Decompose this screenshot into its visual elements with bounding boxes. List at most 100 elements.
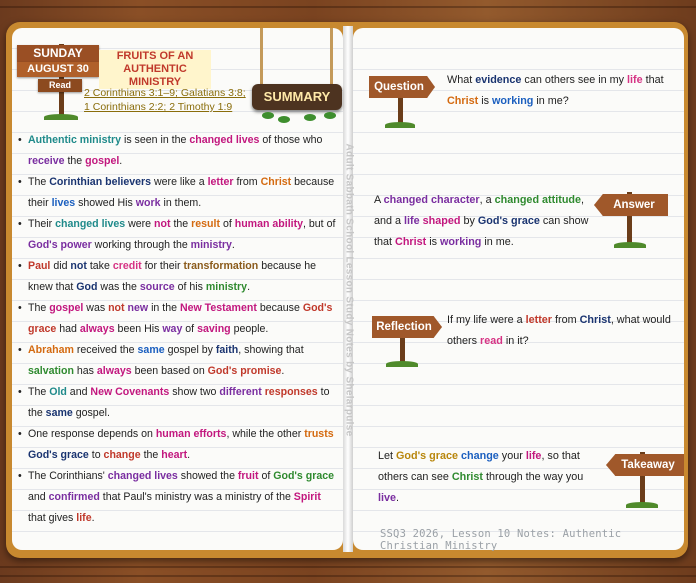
read-sign: Read [38,79,82,92]
text-run: were [125,218,155,230]
highlighted-word: human efforts [155,428,227,440]
summary-bullet: Paul did not take credit for their trans… [18,256,336,298]
highlighted-word: Old [49,386,67,398]
highlighted-word: Christ [260,176,292,188]
highlighted-word: same [137,344,165,356]
highlighted-word: source [139,281,175,293]
text-run: showed His [75,197,136,209]
text-run: A [374,194,384,206]
lesson-title: FRUITS OF AN AUTHENTIC MINISTRY [99,50,211,89]
text-run: in them. [160,197,202,209]
text-run: The Corinthians' [28,470,108,482]
leaf-icon [278,116,290,123]
text-run: of [258,470,274,482]
highlighted-word: New Testament [179,302,257,314]
highlighted-word: gospel [85,155,120,167]
highlighted-word: Christ [395,236,427,248]
highlighted-word: not [70,260,87,272]
grass-icon [614,242,646,248]
highlighted-word: changed character [383,194,480,206]
highlighted-word: working [440,236,482,248]
summary-bullet: Their changed lives were not the result … [18,214,336,256]
answer-label: Answer [594,194,668,216]
highlighted-word: ministry [205,281,248,293]
highlighted-word: evidence [475,74,522,86]
reference-link-2[interactable]: 1 Corinthians 2:2; 2 Timothy 1:9 [84,100,259,114]
text-run: from [552,314,580,326]
highlighted-word: God's power [28,239,92,251]
summary-bullet: Authentic ministry is seen in the change… [18,130,336,172]
text-run: Their [28,218,56,230]
text-run: of his [174,281,206,293]
summary-bullet: The Corinthians' changed lives showed th… [18,466,336,529]
text-run: gospel by [164,344,216,356]
highlighted-word: letter [207,176,234,188]
text-run: people. [230,323,269,335]
leaf-icon [324,112,336,119]
text-run: the [64,155,86,167]
answer-text: A changed character, a changed attitude,… [374,190,592,253]
text-run: been His [114,323,163,335]
text-run: One response depends on [28,428,156,440]
highlighted-word: result [191,218,220,230]
text-run: working through the [91,239,191,251]
text-run: show two [169,386,220,398]
text-run: showed the [177,470,238,482]
highlighted-word: heart [161,449,188,461]
text-run: . [119,155,123,167]
text-run: by [460,215,478,227]
highlighted-word: God's grace [28,449,89,461]
text-run: had [56,323,80,335]
highlighted-word: change [103,449,141,461]
text-run: . [187,449,191,461]
highlighted-word: New Covenants [90,386,170,398]
text-run: and [66,386,91,398]
wood-grain [0,6,696,8]
highlighted-word: work [135,197,161,209]
highlighted-word: life [627,74,643,86]
highlighted-word: trusts [304,428,334,440]
summary-sign: SUMMARY [252,28,348,128]
highlighted-word: changed lives [189,134,260,146]
highlighted-word: responses [264,386,318,398]
scripture-references[interactable]: 2 Corinthians 3:1–9; Galatians 3:8; 1 Co… [84,86,259,114]
text-run: received the [73,344,138,356]
highlighted-word: changed lives [107,470,178,482]
highlighted-word: God's grace [273,470,335,482]
highlighted-word: always [96,365,132,377]
text-run: is seen in the [121,134,190,146]
wood-grain [0,575,696,577]
text-run: , while the other [226,428,305,440]
footer-caption: SSQ3 2026, Lesson 10 Notes: Authentic Ch… [380,528,622,552]
leaf-icon [262,112,274,119]
text-run: The [28,302,50,314]
highlighted-word: salvation [28,365,74,377]
highlighted-word: life [525,450,542,462]
rope [260,28,263,88]
highlighted-word: Christ [451,471,484,483]
text-run: gospel. [72,407,110,419]
highlighted-word: Corinthian believers [49,176,152,188]
text-run: was the [97,281,140,293]
leaf-icon [304,114,316,121]
text-run: . [231,239,235,251]
text-run: The [28,386,50,398]
summary-bullet-list: Authentic ministry is seen in the change… [18,130,336,529]
title-line-1: FRUITS OF AN AUTHENTIC [116,50,194,75]
highlighted-word: working [492,95,534,107]
question-label: Question [369,76,435,98]
reflection-text: If my life were a letter from Christ, wh… [447,310,681,352]
summary-bullet: The Old and New Covenants show two diffe… [18,382,336,424]
text-run: and [28,491,49,503]
reference-link-1[interactable]: 2 Corinthians 3:1–9; Galatians 3:8; [84,86,259,100]
highlighted-word: God [76,281,98,293]
text-run: Let [378,450,397,462]
highlighted-word: Spirit [293,491,321,503]
highlighted-word: Paul [28,260,51,272]
highlighted-word: change [461,450,499,462]
highlighted-word: Authentic ministry [28,134,122,146]
text-run: that [642,74,664,86]
text-run: your [498,450,526,462]
text-run: . [281,365,285,377]
text-run: take [86,260,113,272]
